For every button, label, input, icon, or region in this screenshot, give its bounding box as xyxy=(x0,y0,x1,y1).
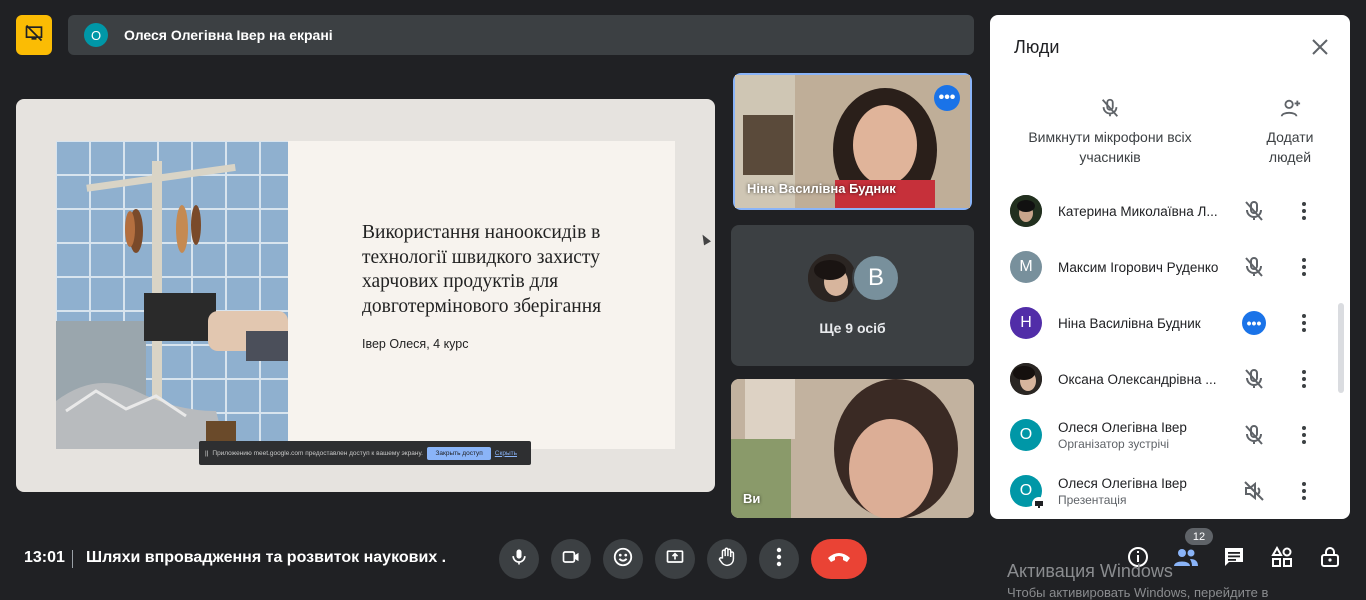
participant-avatar: О xyxy=(1010,419,1042,451)
stop-presenting-icon xyxy=(24,23,44,48)
mouse-cursor-icon xyxy=(699,232,711,246)
presenting-indicator xyxy=(16,15,52,55)
camera-button[interactable] xyxy=(551,539,591,579)
share-notice-text: Приложению meet.google.com предоставлен … xyxy=(212,449,423,457)
mic-off-icon xyxy=(1242,199,1266,223)
presenting-label: Олеся Олегівна Івер на екрані xyxy=(124,27,333,43)
participant-role: Організатор зустрічі xyxy=(1058,436,1170,451)
presenting-icon xyxy=(1032,497,1046,511)
people-panel: Люди Вимкнути мікрофони всіх учасників Д… xyxy=(990,15,1350,519)
mic-off-icon xyxy=(1020,97,1200,119)
raise-hand-button[interactable] xyxy=(707,539,747,579)
add-people-button[interactable]: Додати людей xyxy=(1252,97,1328,167)
participant-avatar-photo xyxy=(808,254,856,302)
participant-row[interactable]: О Олеся Олегівна Івер Організатор зустрі… xyxy=(1010,411,1330,459)
volume-off-icon xyxy=(1242,479,1266,503)
emoji-icon xyxy=(612,546,634,573)
participant-role: Презентація xyxy=(1058,492,1127,507)
more-options-icon[interactable] xyxy=(1292,479,1316,503)
hand-icon xyxy=(716,546,738,573)
reactions-button[interactable] xyxy=(603,539,643,579)
participant-name: Оксана Олександрівна ... xyxy=(1058,371,1217,387)
mic-icon xyxy=(509,547,529,572)
presenter-avatar: О xyxy=(84,23,108,47)
more-options-icon[interactable] xyxy=(1292,367,1316,391)
hang-up-icon xyxy=(826,550,852,569)
avatar-initial: О xyxy=(1019,482,1033,499)
chat-icon xyxy=(1222,545,1246,574)
meeting-time: 13:01 xyxy=(24,549,65,566)
participant-avatar xyxy=(1010,195,1042,227)
participant-name: Олеся Олегівна Івер xyxy=(1058,475,1187,491)
more-vert-icon xyxy=(776,547,782,572)
add-people-label: Додати людей xyxy=(1266,129,1314,165)
divider xyxy=(72,550,73,568)
participant-tile-nina[interactable]: ••• Ніна Василівна Будник xyxy=(733,73,972,210)
participant-name: Максим Ігорович Руденко xyxy=(1058,259,1219,275)
windows-activation-watermark: Активация Windows xyxy=(1007,561,1173,581)
self-video xyxy=(731,379,974,518)
screen-share-notice: || Приложению meet.google.com предоставл… xyxy=(199,441,531,465)
slide-title: Використання нанооксидів в технології шв… xyxy=(362,222,602,317)
participant-avatar: М xyxy=(1010,251,1042,283)
self-label: Ви xyxy=(743,491,761,506)
chat-button[interactable] xyxy=(1221,546,1247,572)
slide-photo xyxy=(56,141,288,449)
participant-avatar xyxy=(1010,363,1042,395)
people-count-badge: 12 xyxy=(1185,528,1213,545)
participant-row[interactable]: Оксана Олександрівна ... xyxy=(1010,355,1330,403)
mic-off-icon xyxy=(1242,423,1266,447)
activities-icon xyxy=(1270,545,1294,574)
participant-row[interactable]: Н Ніна Василівна Будник ••• xyxy=(1010,299,1330,347)
more-people-label: Ще 9 осіб xyxy=(819,320,886,336)
more-options-button[interactable] xyxy=(759,539,799,579)
tile-options-button[interactable]: ••• xyxy=(934,85,960,111)
mute-all-label: Вимкнути мікрофони всіх учасників xyxy=(1028,129,1192,165)
mic-off-icon xyxy=(1242,255,1266,279)
participant-avatar: О xyxy=(1010,475,1046,511)
panel-scrollbar[interactable] xyxy=(1338,303,1344,393)
hide-notice-link[interactable]: Скрыть xyxy=(495,450,517,457)
mute-all-button[interactable]: Вимкнути мікрофони всіх учасників xyxy=(1020,97,1200,167)
participant-row[interactable]: М Максим Ігорович Руденко xyxy=(1010,243,1330,291)
presentation-stage: Використання нанооксидів в технології шв… xyxy=(16,99,715,492)
present-screen-icon xyxy=(664,547,686,572)
leave-call-button[interactable] xyxy=(811,539,867,579)
stop-sharing-button[interactable]: Закрыть доступ xyxy=(427,446,491,460)
more-options-icon[interactable] xyxy=(1292,199,1316,223)
participant-name: Олеся Олегівна Івер xyxy=(1058,419,1187,435)
slide: Використання нанооксидів в технології шв… xyxy=(56,141,711,449)
tile-participant-name: Ніна Василівна Будник xyxy=(747,181,896,196)
speaking-indicator-icon: ••• xyxy=(1242,311,1266,335)
people-icon xyxy=(1173,546,1199,573)
windows-activation-hint: Чтобы активировать Windows, перейдите в xyxy=(1007,585,1269,600)
presenting-banner: О Олеся Олегівна Івер на екрані xyxy=(68,15,974,55)
more-options-icon[interactable] xyxy=(1292,311,1316,335)
participant-row[interactable]: Катерина Миколаївна Л... xyxy=(1010,187,1330,235)
close-icon[interactable] xyxy=(1308,35,1332,59)
participant-avatar: В xyxy=(852,254,900,302)
slide-subtitle: Івер Олеся, 4 курс xyxy=(362,337,469,351)
camera-icon xyxy=(560,547,582,572)
mic-off-icon xyxy=(1242,367,1266,391)
more-participants-tile[interactable]: В Ще 9 осіб xyxy=(731,225,974,366)
lock-person-icon xyxy=(1318,545,1342,574)
participant-avatar: Н xyxy=(1010,307,1042,339)
add-person-icon xyxy=(1252,97,1328,119)
panel-title: Люди xyxy=(1014,37,1060,57)
participant-row[interactable]: О Олеся Олегівна Івер Презентація xyxy=(1010,467,1330,515)
meeting-title: Шляхи впровадження та розвиток наукових … xyxy=(86,549,446,566)
host-controls-button[interactable] xyxy=(1317,546,1343,572)
more-options-icon[interactable] xyxy=(1292,255,1316,279)
self-view-tile[interactable]: Ви xyxy=(731,379,974,518)
present-screen-button[interactable] xyxy=(655,539,695,579)
microphone-button[interactable] xyxy=(499,539,539,579)
people-button[interactable] xyxy=(1173,546,1199,572)
participant-name: Катерина Миколаївна Л... xyxy=(1058,203,1218,219)
participant-name: Ніна Василівна Будник xyxy=(1058,315,1201,331)
pause-icon: || xyxy=(205,449,209,457)
more-options-icon[interactable] xyxy=(1292,423,1316,447)
activities-button[interactable] xyxy=(1269,545,1295,574)
